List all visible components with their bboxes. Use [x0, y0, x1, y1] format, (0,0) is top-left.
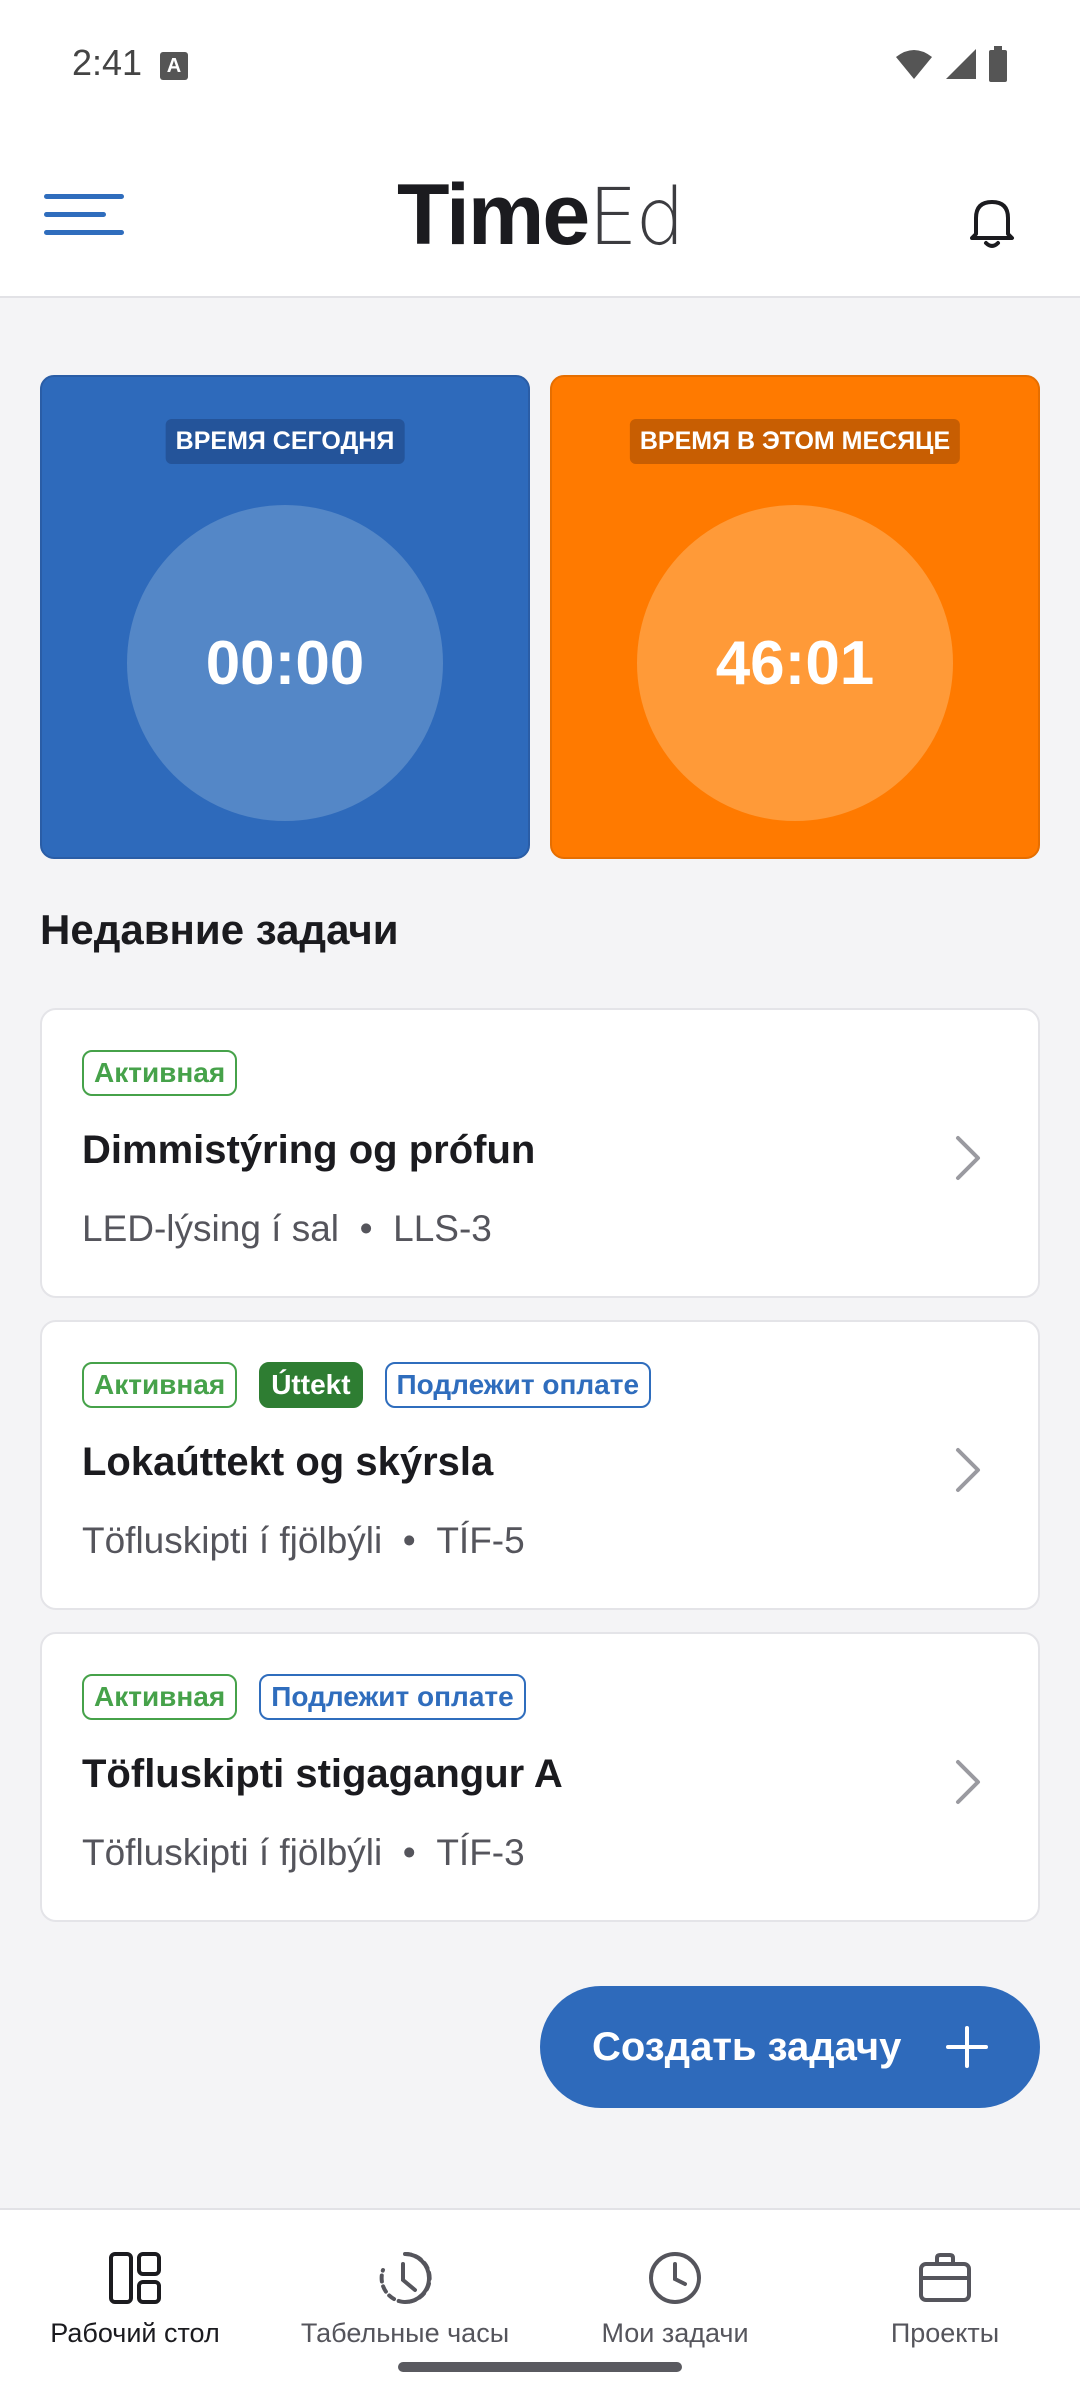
task-subtitle: LED-lýsing í sal • LLS-3 — [82, 1208, 492, 1250]
briefcase-icon — [919, 2253, 971, 2302]
nav-projects-label: Проекты — [890, 2318, 1000, 2348]
task-tags: Активная Подлежит оплате — [82, 1674, 526, 1720]
chevron-right-icon — [956, 1136, 980, 1180]
plus-icon — [946, 2026, 988, 2068]
time-today-value: 00:00 — [127, 505, 443, 821]
time-month-value: 46:01 — [637, 505, 953, 821]
signal-icon — [946, 49, 976, 79]
time-today-label: ВРЕМЯ СЕГОДНЯ — [165, 419, 405, 464]
status-badge-active: Активная — [82, 1362, 238, 1408]
app-root: 2:41 A TimeEd ВРЕМЯ СЕГОДНЯ 00:00 ВРЕМЯ … — [0, 0, 1080, 2400]
nav-my-tasks[interactable]: Мои задачи — [540, 2248, 810, 2349]
status-badge-active: Активная — [82, 1050, 238, 1096]
billable-badge: Подлежит оплате — [384, 1362, 652, 1408]
status-bar: 2:41 A — [0, 0, 1080, 130]
nav-projects[interactable]: Проекты — [810, 2248, 1080, 2349]
task-card[interactable]: Активная Подлежит оплате Töfluskipti sti… — [40, 1632, 1040, 1922]
create-task-label: Создать задачу — [592, 2024, 902, 2069]
nav-timesheet-label: Табельные часы — [300, 2318, 510, 2348]
task-separator: • — [359, 1208, 373, 1249]
battery-icon — [989, 46, 1007, 82]
home-indicator[interactable] — [398, 2362, 682, 2372]
time-month-label: ВРЕМЯ В ЭТОМ МЕСЯЦЕ — [629, 419, 961, 464]
task-title: Töfluskipti stigagangur A — [82, 1752, 563, 1796]
task-card[interactable]: Активная Dimmistýring og prófun LED-lýsi… — [40, 1008, 1040, 1298]
type-badge: Úttekt — [259, 1362, 363, 1408]
task-subtitle: Töfluskipti í fjölbýli • TÍF-3 — [82, 1832, 525, 1874]
app-logo: TimeEd — [0, 172, 1080, 258]
status-time: 2:41 — [72, 42, 143, 83]
task-separator: • — [402, 1832, 416, 1873]
task-tags: Активная — [82, 1050, 238, 1096]
dashboard-icon — [109, 2252, 161, 2304]
nav-dashboard-label: Рабочий стол — [50, 2318, 220, 2348]
logo-part-time: Time — [397, 167, 590, 263]
status-icons — [894, 46, 1008, 82]
time-month-card[interactable]: ВРЕМЯ В ЭТОМ МЕСЯЦЕ 46:01 — [550, 375, 1040, 859]
notification-a-icon: A — [160, 52, 188, 80]
task-code: TÍF-5 — [436, 1520, 525, 1561]
create-task-button[interactable]: Создать задачу — [540, 1986, 1040, 2108]
chevron-right-icon — [956, 1448, 980, 1492]
task-tags: Активная Úttekt Подлежит оплате — [82, 1362, 652, 1408]
task-separator: • — [402, 1520, 416, 1561]
task-code: TÍF-3 — [436, 1832, 525, 1873]
billable-badge: Подлежит оплате — [259, 1674, 526, 1720]
nav-dashboard[interactable]: Рабочий стол — [0, 2248, 270, 2349]
task-project: Töfluskipti í fjölbýli — [82, 1832, 383, 1873]
task-title: Dimmistýring og prófun — [82, 1128, 536, 1172]
task-project: Töfluskipti í fjölbýli — [82, 1520, 383, 1561]
wifi-icon — [896, 50, 932, 79]
bell-icon[interactable] — [960, 190, 1024, 254]
logo-part-ed: Ed — [588, 173, 685, 263]
nav-my-tasks-label: Мои задачи — [601, 2318, 749, 2348]
task-project: LED-lýsing í sal — [82, 1208, 340, 1249]
chevron-right-icon — [956, 1760, 980, 1804]
timer-icon — [379, 2251, 432, 2304]
task-title: Lokaúttekt og skýrsla — [82, 1440, 494, 1484]
task-code: LLS-3 — [393, 1208, 492, 1249]
nav-timesheet[interactable]: Табельные часы — [270, 2248, 540, 2349]
clock-icon — [649, 2252, 701, 2304]
time-today-card[interactable]: ВРЕМЯ СЕГОДНЯ 00:00 — [40, 375, 530, 859]
recent-tasks-title: Недавние задачи — [40, 906, 399, 953]
task-card[interactable]: Активная Úttekt Подлежит оплате Lokaútte… — [40, 1320, 1040, 1610]
task-subtitle: Töfluskipti í fjölbýli • TÍF-5 — [82, 1520, 525, 1562]
app-header: TimeEd — [0, 130, 1080, 298]
status-badge-active: Активная — [82, 1674, 238, 1720]
